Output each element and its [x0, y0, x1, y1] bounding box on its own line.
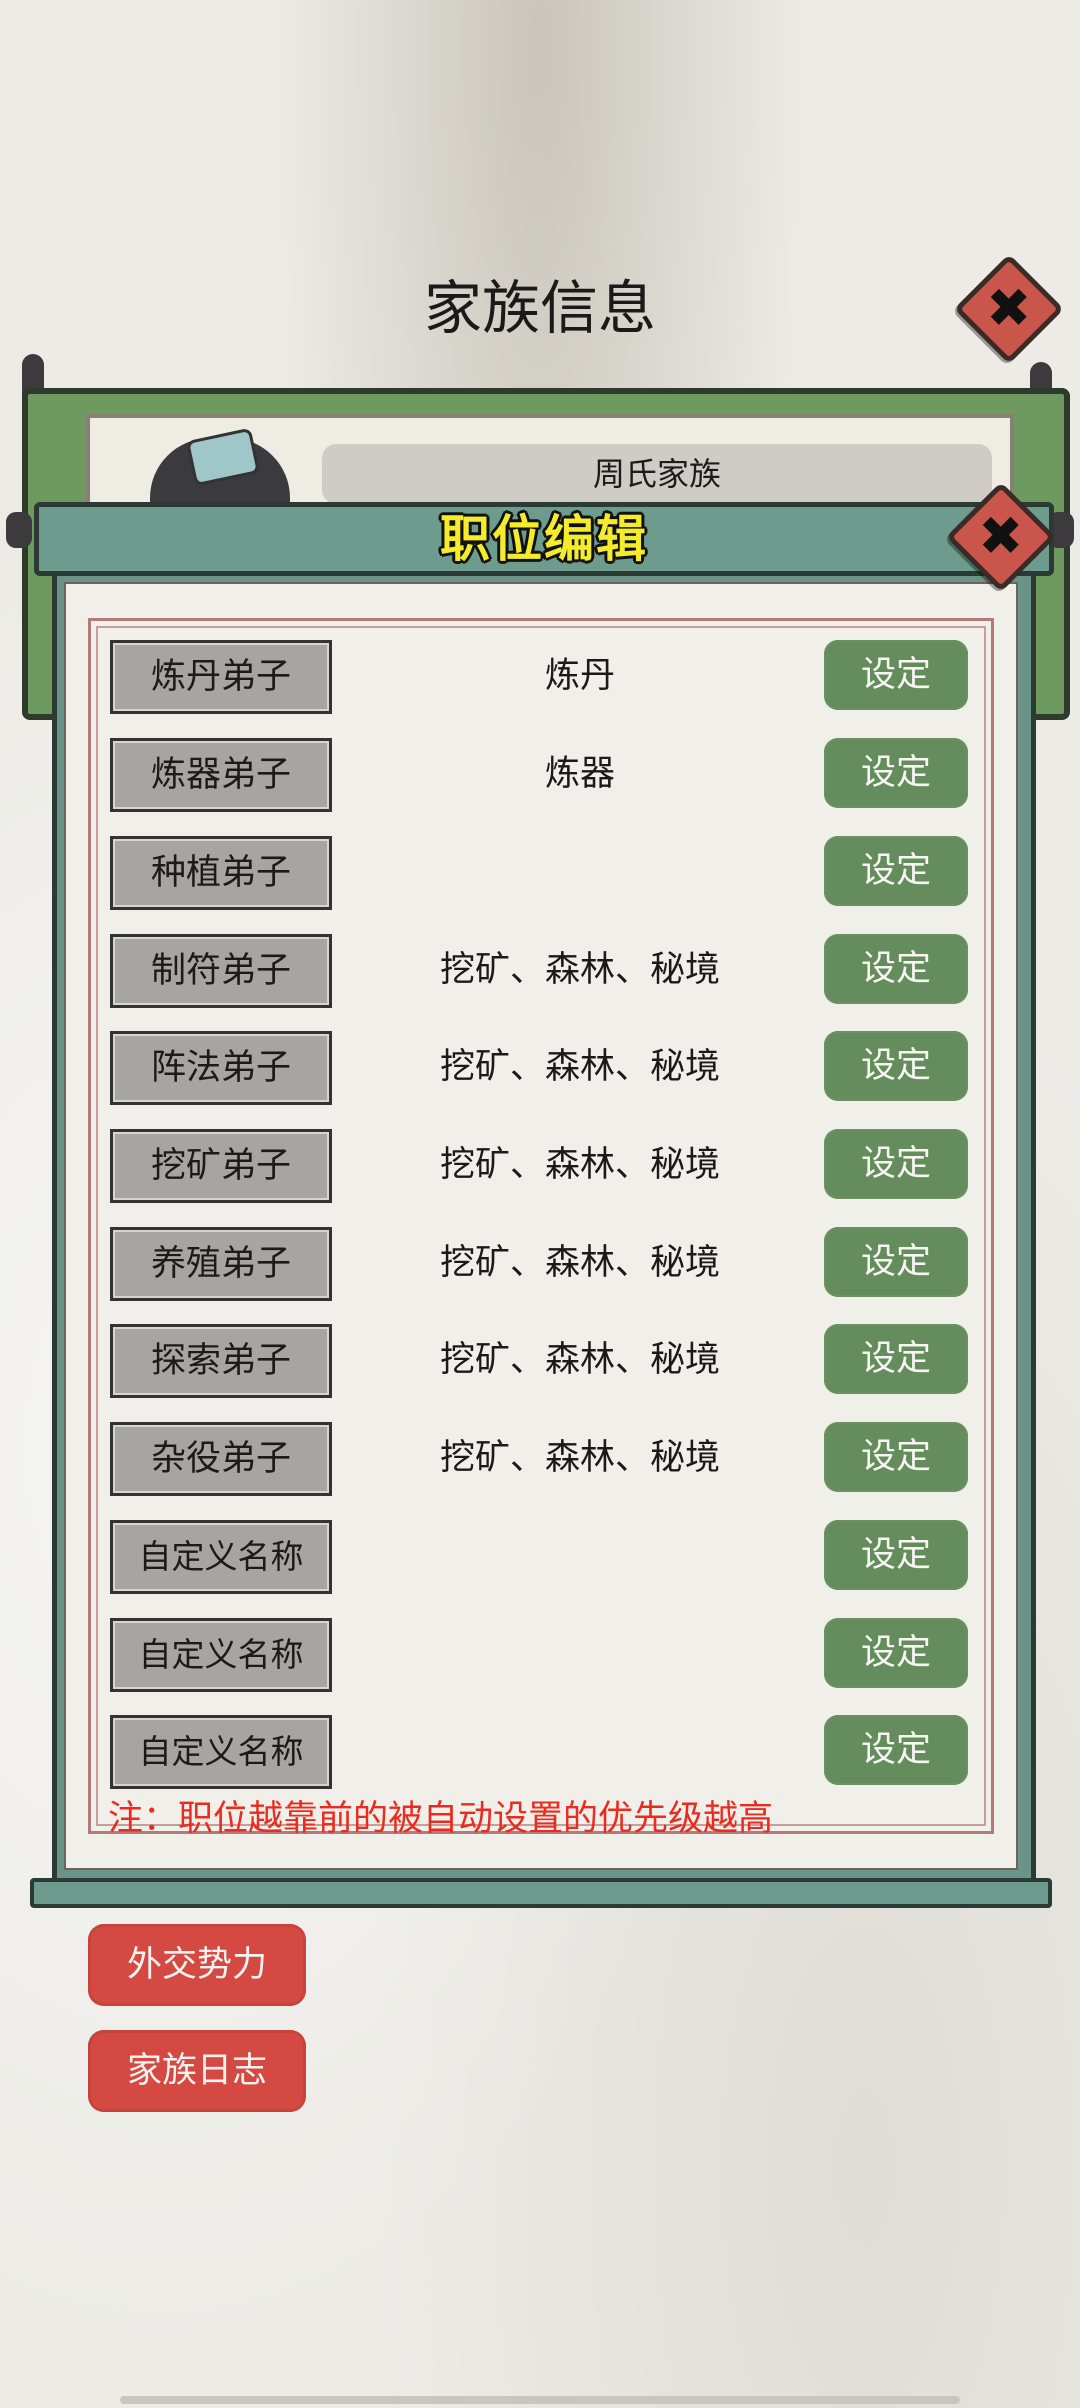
set-button[interactable]: 设定 [824, 1129, 968, 1199]
priority-note: 注：职位越靠前的被自动设置的优先级越高 [108, 1799, 774, 1839]
role-assignment: 挖矿、森林、秘境 [439, 1340, 720, 1380]
role-name-button[interactable]: 自定义名称 [110, 1618, 332, 1692]
role-name-button[interactable]: 养殖弟子 [110, 1227, 332, 1301]
close-icon: ✖ [986, 277, 1032, 340]
scroll-knob-left [6, 512, 32, 548]
role-assignment [350, 1618, 810, 1690]
role-assignment: 挖矿、森林、秘境 [439, 1047, 720, 1087]
role-name-button[interactable]: 炼器弟子 [110, 738, 332, 812]
set-button[interactable]: 设定 [824, 1324, 968, 1394]
set-button[interactable]: 设定 [824, 1422, 968, 1492]
set-button[interactable]: 设定 [824, 738, 968, 808]
position-row: 探索弟子 挖矿、森林、秘境 设定 [110, 1324, 968, 1398]
position-row: 炼丹弟子 炼丹 设定 [110, 640, 968, 714]
close-icon: ✖ [978, 505, 1024, 568]
scroll-bottom-rod [30, 1878, 1052, 1908]
position-row: 自定义名称 设定 [110, 1520, 968, 1594]
position-row: 炼器弟子 炼器 设定 [110, 738, 968, 812]
role-assignment: 挖矿、森林、秘境 [439, 1145, 720, 1185]
position-row: 杂役弟子 挖矿、森林、秘境 设定 [110, 1422, 968, 1496]
role-name-button[interactable]: 杂役弟子 [110, 1422, 332, 1496]
role-name-button[interactable]: 种植弟子 [110, 836, 332, 910]
role-assignment [350, 1715, 810, 1787]
role-assignment [350, 1520, 810, 1592]
dialog-header: 职位编辑 [34, 502, 1054, 576]
set-button[interactable]: 设定 [824, 1520, 968, 1590]
role-name-button[interactable]: 自定义名称 [110, 1715, 332, 1789]
home-indicator[interactable] [120, 2396, 960, 2404]
role-name-button[interactable]: 炼丹弟子 [110, 640, 332, 714]
position-row: 种植弟子 设定 [110, 836, 968, 910]
set-button[interactable]: 设定 [824, 836, 968, 906]
family-log-button[interactable]: 家族日志 [88, 2030, 306, 2112]
role-assignment: 炼丹 [544, 656, 615, 696]
set-button[interactable]: 设定 [824, 1715, 968, 1785]
set-button[interactable]: 设定 [824, 1031, 968, 1101]
role-name-button[interactable]: 制符弟子 [110, 934, 332, 1008]
role-assignment: 挖矿、森林、秘境 [439, 1438, 720, 1478]
position-row: 阵法弟子 挖矿、森林、秘境 设定 [110, 1031, 968, 1105]
set-button[interactable]: 设定 [824, 934, 968, 1004]
role-name-button[interactable]: 挖矿弟子 [110, 1129, 332, 1203]
set-button[interactable]: 设定 [824, 640, 968, 710]
position-row: 自定义名称 设定 [110, 1618, 968, 1692]
position-row: 制符弟子 挖矿、森林、秘境 设定 [110, 934, 968, 1008]
position-row: 养殖弟子 挖矿、森林、秘境 设定 [110, 1227, 968, 1301]
role-assignment: 挖矿、森林、秘境 [439, 1243, 720, 1283]
role-name-button[interactable]: 阵法弟子 [110, 1031, 332, 1105]
role-assignment: 炼器 [544, 754, 615, 794]
set-button[interactable]: 设定 [824, 1618, 968, 1688]
family-name: 周氏家族 [322, 444, 992, 504]
role-assignment [350, 836, 810, 908]
role-name-button[interactable]: 探索弟子 [110, 1324, 332, 1398]
position-row: 自定义名称 设定 [110, 1715, 968, 1789]
page-title: 家族信息 [423, 274, 656, 342]
role-name-button[interactable]: 自定义名称 [110, 1520, 332, 1594]
dialog-title: 职位编辑 [440, 510, 648, 568]
diplomacy-button[interactable]: 外交势力 [88, 1924, 306, 2006]
role-assignment: 挖矿、森林、秘境 [439, 950, 720, 990]
crown-icon [185, 427, 261, 487]
position-row: 挖矿弟子 挖矿、森林、秘境 设定 [110, 1129, 968, 1203]
set-button[interactable]: 设定 [824, 1227, 968, 1297]
